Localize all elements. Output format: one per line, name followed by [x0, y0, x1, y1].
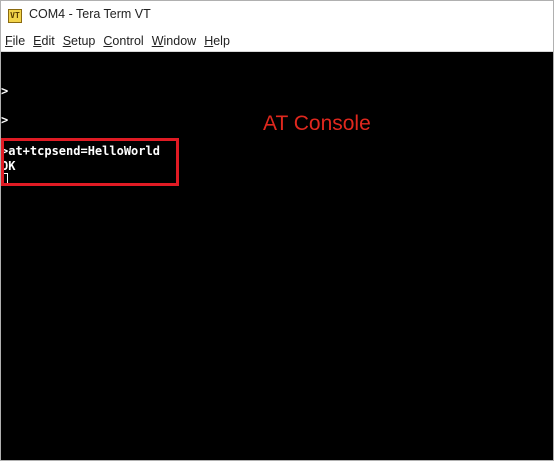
annotation-label: AT Console — [263, 112, 371, 135]
menu-edit-label: dit — [41, 34, 55, 48]
menu-help-label: elp — [213, 34, 230, 48]
terminal-line-prompt-2: > — [1, 113, 9, 127]
menu-bar: File Edit Setup Control Window Help — [1, 31, 553, 52]
menu-file-accel: F — [5, 34, 13, 48]
window-title: COM4 - Tera Term VT — [29, 7, 151, 21]
menu-help[interactable]: Help — [200, 34, 234, 48]
menu-window[interactable]: Window — [148, 34, 200, 48]
tera-term-app-icon: VT — [8, 9, 22, 23]
menu-file[interactable]: File — [1, 34, 29, 48]
terminal-line-prompt-1: > — [1, 84, 9, 98]
menu-window-accel: W — [151, 34, 164, 48]
menu-setup[interactable]: Setup — [59, 34, 100, 48]
menu-setup-accel: S — [62, 34, 72, 48]
tera-term-window: VT COM4 - Tera Term VT File Edit Setup C… — [0, 0, 554, 461]
menu-file-label: ile — [12, 34, 26, 48]
menu-window-label: indow — [163, 34, 197, 48]
menu-edit[interactable]: Edit — [29, 34, 59, 48]
menu-edit-accel: E — [33, 34, 42, 48]
command-highlight-box — [1, 138, 179, 186]
menu-control-label: ontrol — [112, 34, 144, 48]
title-bar: VT COM4 - Tera Term VT — [1, 1, 553, 31]
terminal-screen[interactable]: > > >at+tcpsend=HelloWorld OK AT Console — [1, 52, 553, 460]
menu-control[interactable]: Control — [99, 34, 147, 48]
menu-setup-label: etup — [71, 34, 96, 48]
menu-help-accel: H — [204, 34, 214, 48]
